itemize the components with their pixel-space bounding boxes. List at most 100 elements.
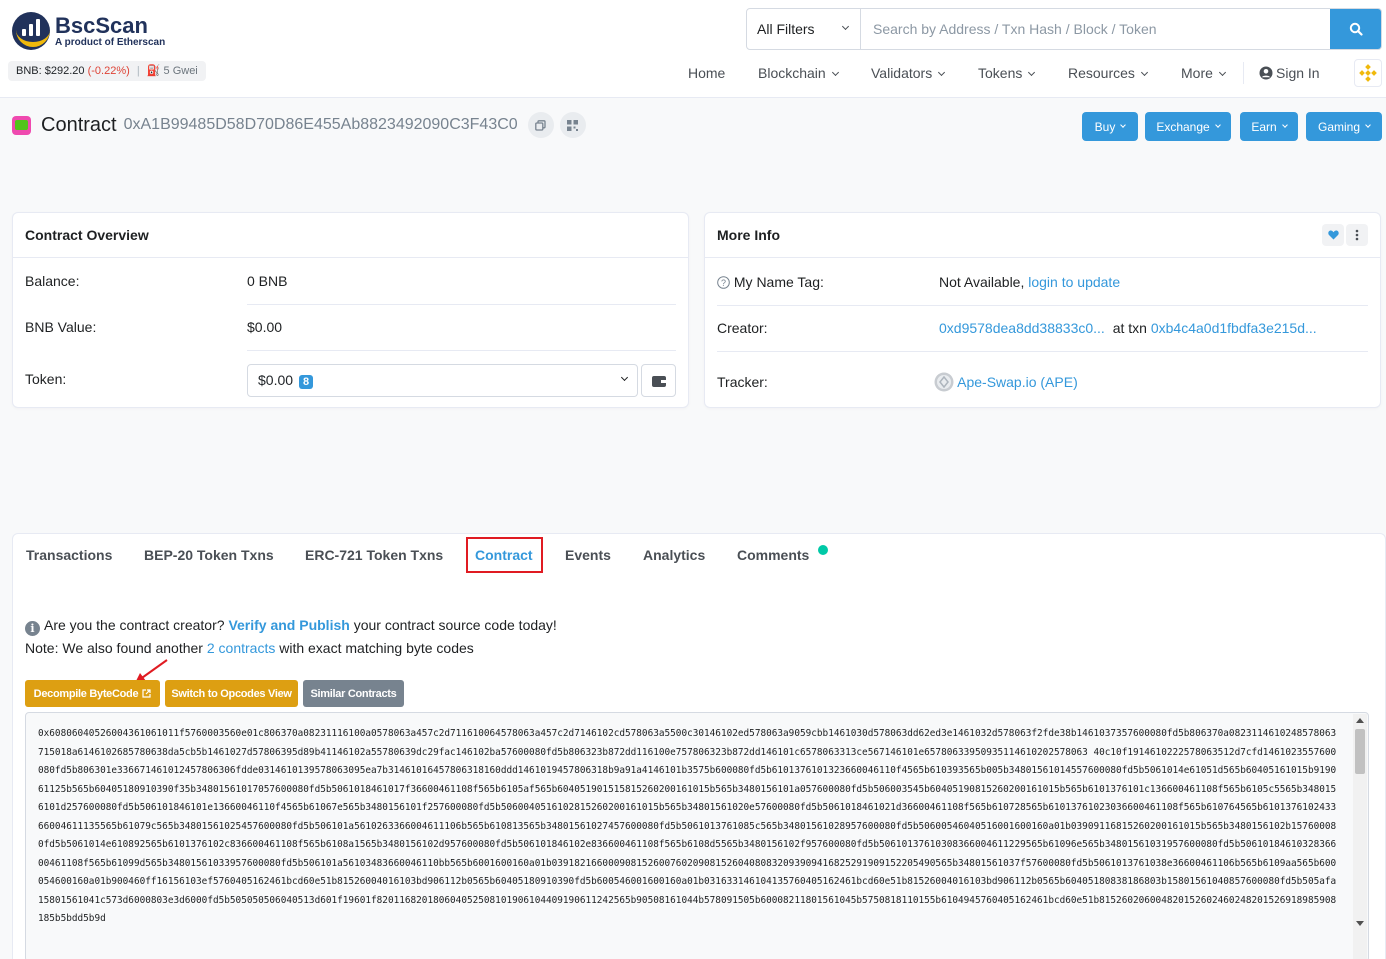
token-holdings-dropdown[interactable]: $0.00 8 xyxy=(247,364,638,397)
name-tag-label: ? My Name Tag: xyxy=(717,274,824,290)
favorite-button[interactable] xyxy=(1322,224,1344,246)
divider xyxy=(247,304,676,305)
wallet-button[interactable] xyxy=(641,364,676,397)
tab-analytics[interactable]: Analytics xyxy=(643,547,705,563)
tab-bep20-token-txns[interactable]: BEP-20 Token Txns xyxy=(144,547,274,563)
divider xyxy=(717,351,1368,352)
bytecode-text: 0x608060405260043610610​11f5760003560e01… xyxy=(38,728,1337,924)
bnb-value: $0.00 xyxy=(247,319,283,335)
nav-home[interactable]: Home xyxy=(688,64,725,82)
nav-sign-in[interactable]: Sign In xyxy=(1259,64,1320,82)
copy-address-button[interactable] xyxy=(527,112,554,138)
contract-overview-card: Contract Overview Balance: 0 BNB BNB Val… xyxy=(12,212,689,408)
token-logo-icon xyxy=(934,372,954,392)
creator-txn-link[interactable]: 0xb4c4a0d1fbdfa3e215d... xyxy=(1151,320,1317,336)
chevron-down-icon xyxy=(1140,68,1148,77)
exchange-button[interactable]: Exchange xyxy=(1145,112,1231,141)
chevron-down-icon xyxy=(1218,68,1226,77)
brand-subtitle: A product of Etherscan xyxy=(55,37,166,48)
brand-name: BscScan xyxy=(55,13,148,38)
tab-transactions[interactable]: Transactions xyxy=(26,547,112,563)
decompile-bytecode-button[interactable]: Decompile ByteCode xyxy=(25,680,160,707)
similar-contracts-link[interactable]: 2 contracts xyxy=(207,640,275,656)
contract-tabs-card: Transactions BEP-20 Token Txns ERC-721 T… xyxy=(12,533,1386,959)
login-to-update-link[interactable]: login to update xyxy=(1028,274,1120,290)
bnb-network-button[interactable] xyxy=(1354,59,1382,87)
tab-erc721-token-txns[interactable]: ERC-721 Token Txns xyxy=(305,547,443,563)
verify-note: i Are you the contract creator? Verify an… xyxy=(25,617,557,636)
creator-label: Creator: xyxy=(717,320,768,336)
wallet-icon xyxy=(651,375,666,387)
chevron-down-icon xyxy=(1028,68,1036,77)
name-tag-value: Not Available, xyxy=(939,274,1025,290)
card-title: Contract Overview xyxy=(13,213,688,258)
external-link-icon xyxy=(142,689,151,698)
creator-at-text: at txn xyxy=(1112,320,1147,336)
card-title: More Info xyxy=(717,227,780,243)
more-info-card: More Info ? My Name Tag: Not Available, … xyxy=(704,212,1381,408)
question-circle-icon: ? xyxy=(717,276,730,289)
price-change: (-0.22%) xyxy=(87,65,130,77)
search-filter-dropdown[interactable]: All Filters xyxy=(747,9,861,49)
svg-text:?: ? xyxy=(721,278,726,288)
bnb-value-label: BNB Value: xyxy=(25,319,97,335)
bscscan-logo-icon xyxy=(12,12,50,50)
search-input[interactable] xyxy=(861,9,1330,49)
similar-contracts-button[interactable]: Similar Contracts xyxy=(303,680,404,707)
tracker-link[interactable]: Ape-Swap.io (APE) xyxy=(957,374,1078,390)
qr-code-icon xyxy=(567,119,579,131)
highlight-box xyxy=(466,537,543,573)
top-header: BscScan A product of Etherscan BNB: $292… xyxy=(0,0,1386,98)
gas-price: 5 Gwei xyxy=(163,65,198,77)
tab-comments[interactable]: Comments xyxy=(737,547,809,563)
contract-address: 0xA1B99485D58D70D86E455Ab8823492090C3F43… xyxy=(123,116,518,133)
scroll-down-arrow-icon[interactable] xyxy=(1356,921,1364,926)
chevron-down-icon xyxy=(938,68,946,77)
creator-address-link[interactable]: 0xd9578dea8dd38833c0... xyxy=(939,320,1105,336)
chevron-down-icon xyxy=(841,22,850,30)
token-label: Token: xyxy=(25,371,67,387)
filter-label: All Filters xyxy=(757,21,815,37)
search-bar: All Filters xyxy=(746,8,1382,50)
scrollbar-thumb[interactable] xyxy=(1355,729,1365,774)
search-button[interactable] xyxy=(1330,9,1381,49)
price-label: BNB: xyxy=(16,65,42,77)
nav-validators[interactable]: Validators xyxy=(871,64,946,82)
switch-to-opcodes-button[interactable]: Switch to Opcodes View xyxy=(165,680,298,707)
contract-identicon-icon xyxy=(12,115,31,135)
verify-and-publish-link[interactable]: Verify and Publish xyxy=(228,617,349,633)
token-total-value: $0.00 xyxy=(258,372,294,388)
nav-divider xyxy=(1243,62,1244,84)
page-title-row: Contract 0xA1B99485D58D70D86E455Ab882349… xyxy=(12,112,586,138)
bytecode-textarea[interactable]: 0x608060405260043610610​11f5760003560e01… xyxy=(25,712,1369,959)
tracker-label: Tracker: xyxy=(717,374,768,390)
bscscan-logo[interactable]: BscScan A product of Etherscan xyxy=(12,12,165,50)
earn-button[interactable]: Earn xyxy=(1240,112,1298,141)
tab-events[interactable]: Events xyxy=(565,547,611,563)
divider xyxy=(247,350,676,351)
gas-icon: ⛽ xyxy=(146,65,161,77)
copy-icon xyxy=(535,119,546,131)
similar-contracts-note: Note: We also found another 2 contracts … xyxy=(25,640,474,656)
qr-code-button[interactable] xyxy=(559,112,586,138)
price-separator: | xyxy=(136,65,140,77)
bnb-price-ticker: BNB: $292.20 (-0.22%) | ⛽ 5 Gwei xyxy=(8,61,206,81)
nav-blockchain[interactable]: Blockchain xyxy=(758,64,839,82)
nav-resources[interactable]: Resources xyxy=(1068,64,1148,82)
more-vertical-icon xyxy=(1355,229,1359,241)
more-options-button[interactable] xyxy=(1346,224,1368,246)
user-circle-icon xyxy=(1259,66,1273,80)
balance-label: Balance: xyxy=(25,273,80,289)
nav-tokens[interactable]: Tokens xyxy=(978,64,1036,82)
token-count-badge: 8 xyxy=(299,375,314,389)
chevron-down-icon xyxy=(831,68,839,77)
search-icon xyxy=(1349,22,1363,36)
buy-button[interactable]: Buy xyxy=(1082,112,1138,141)
page-title: Contract xyxy=(41,113,117,136)
price-value: $292.20 xyxy=(44,65,85,77)
scroll-up-arrow-icon[interactable] xyxy=(1356,718,1364,723)
gaming-button[interactable]: Gaming xyxy=(1306,112,1382,141)
balance-value: 0 BNB xyxy=(247,273,288,289)
nav-more[interactable]: More xyxy=(1181,64,1226,82)
comments-indicator-dot xyxy=(818,545,828,555)
